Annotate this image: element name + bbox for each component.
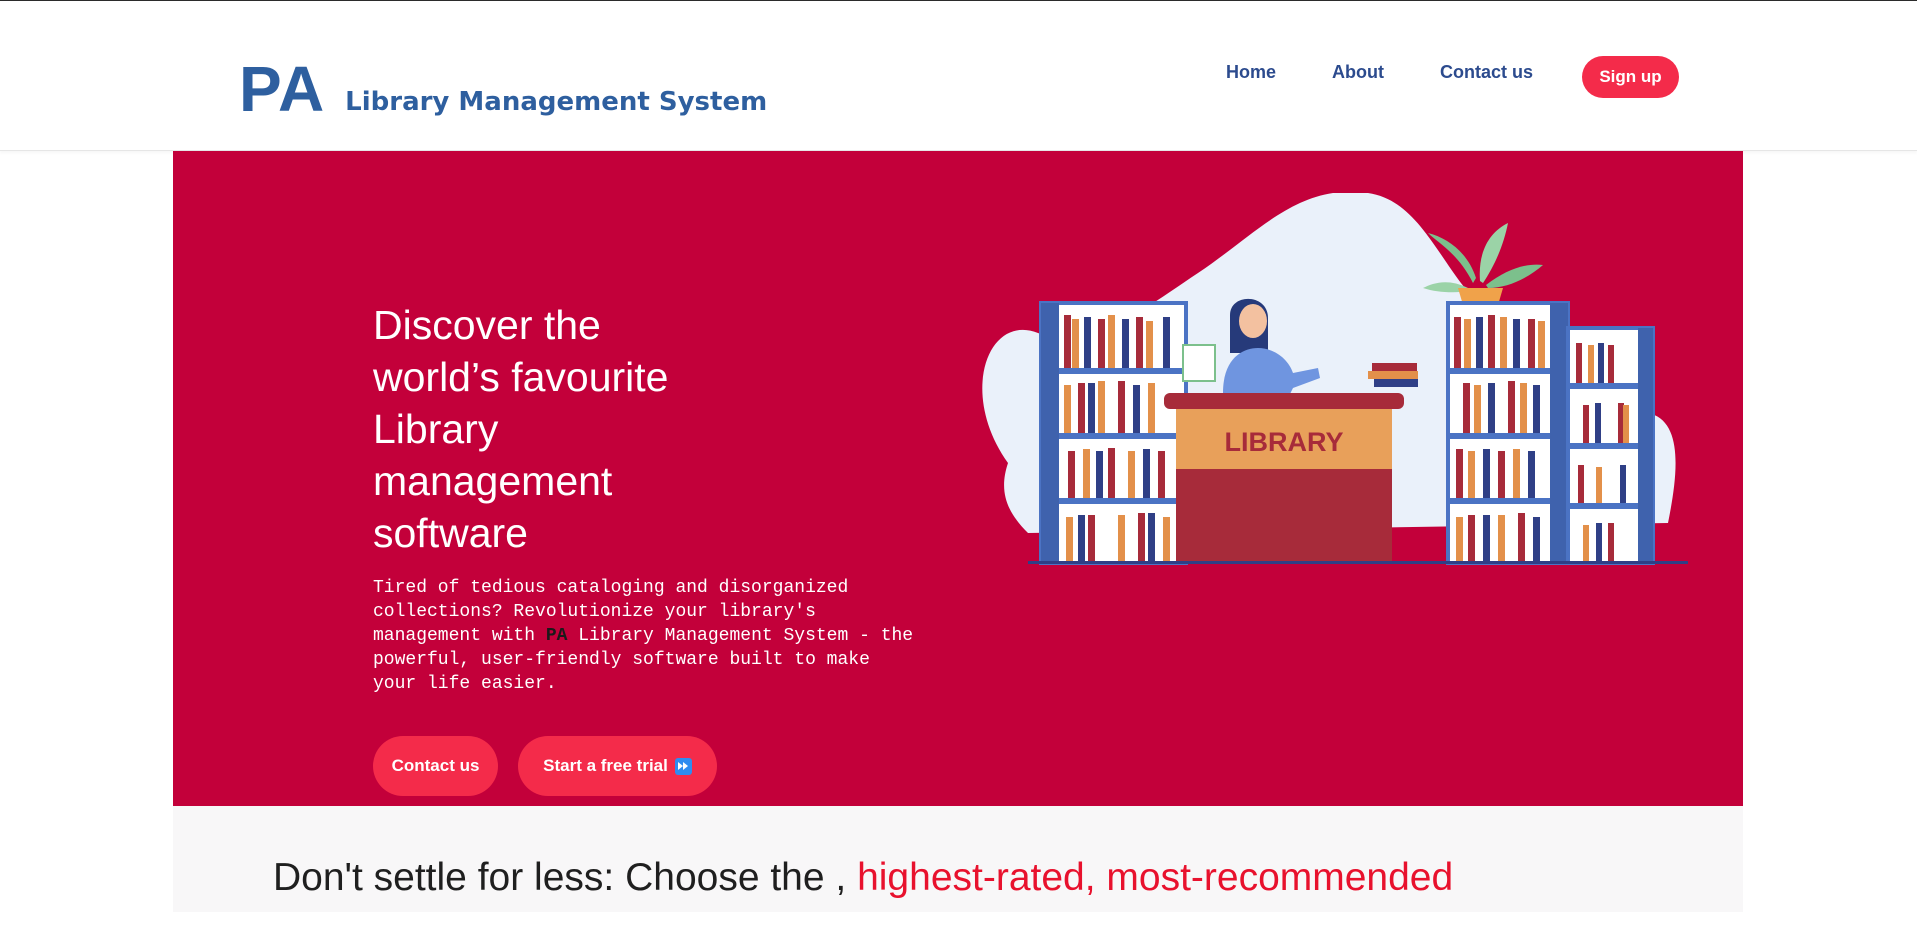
library-desk: LIBRARY — [1164, 393, 1404, 564]
bookshelf-right — [1446, 301, 1655, 565]
hero-description-brand: PA — [545, 626, 568, 646]
tagline-highlight: highest-rated, most-recommended — [857, 856, 1454, 899]
nav-about-link[interactable]: About — [1332, 62, 1384, 83]
tagline-heading: Don't settle for less: Choose the , high… — [273, 856, 1453, 900]
brand-mark: PA — [239, 53, 326, 125]
nav-contact-link[interactable]: Contact us — [1440, 62, 1533, 83]
main-nav: Home About Contact us — [1226, 57, 1589, 87]
hero-title: Discover the world’s favourite Library m… — [373, 302, 669, 556]
hero-description: Tired of tedious cataloging and disorgan… — [373, 576, 918, 696]
brand-name: Library Management System — [345, 87, 768, 117]
fast-forward-icon — [674, 757, 692, 775]
site-header: PA Library Management System Home About … — [0, 1, 1917, 151]
free-trial-label: Start a free trial — [543, 756, 668, 775]
bookshelf-left — [1039, 301, 1188, 565]
tagline-section: Don't settle for less: Choose the , high… — [173, 806, 1743, 912]
contact-us-button[interactable]: Contact us — [373, 736, 498, 796]
tagline-text: Don't settle for less: Choose the , — [273, 856, 847, 899]
library-illustration: LIBRARY — [982, 193, 1688, 565]
signup-button[interactable]: Sign up — [1582, 56, 1679, 98]
nav-home-link[interactable]: Home — [1226, 62, 1276, 83]
free-trial-button[interactable]: Start a free trial — [518, 736, 717, 796]
desk-label: LIBRARY — [1225, 427, 1344, 457]
brand-logo[interactable]: PA Library Management System — [239, 41, 767, 121]
hero-section: Discover the world’s favourite Library m… — [173, 151, 1743, 806]
